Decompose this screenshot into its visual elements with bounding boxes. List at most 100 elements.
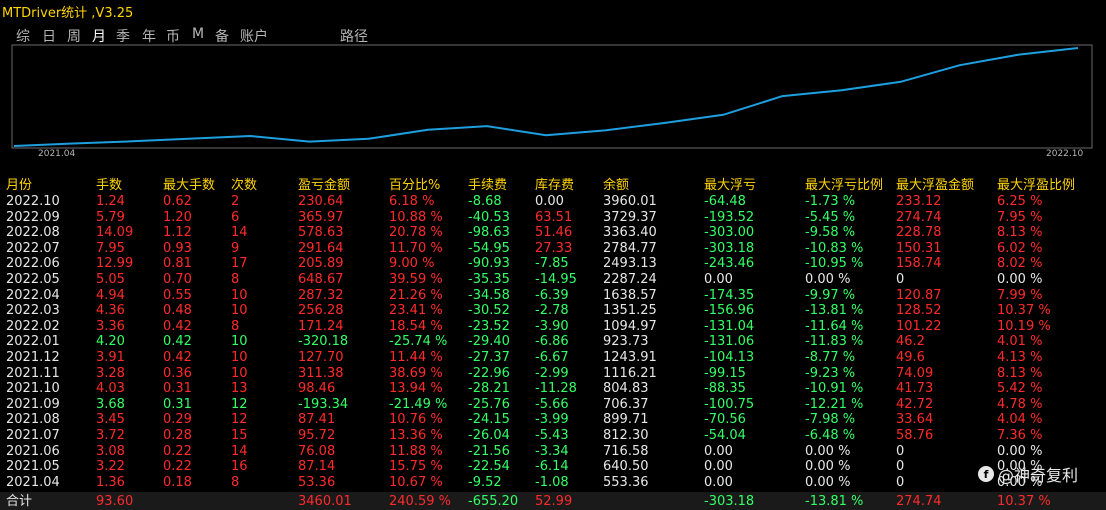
total-cell: -303.18 (704, 494, 755, 509)
table-cell: -40.53 (468, 209, 510, 225)
table-cell: -98.63 (468, 225, 510, 241)
table-cell: 365.97 (298, 209, 344, 225)
table-cell: 0.00 % (805, 459, 851, 475)
table-cell: -104.13 (704, 350, 755, 365)
table-cell: 3.68 (96, 396, 125, 412)
table-cell: 287.32 (298, 287, 344, 303)
watermark-text: @神奇复利 (998, 466, 1079, 485)
table-cell: 1116.21 (603, 365, 657, 381)
table-cell: 2021.11 (6, 365, 60, 381)
table-cell: 120.87 (896, 287, 942, 303)
table-cell: -21.56 (468, 443, 510, 459)
table-cell: 2022.02 (6, 318, 60, 334)
table-cell: -3.99 (535, 412, 569, 428)
table-cell: -8.77 % (805, 350, 856, 365)
table-cell: -29.40 (468, 334, 510, 350)
total-cell: 240.59 % (389, 494, 451, 509)
table-cell: -6.14 (535, 459, 569, 475)
table-cell: -6.86 (535, 334, 569, 350)
table-cell: -25.76 (468, 396, 510, 412)
table-cell: 7.99 % (997, 287, 1043, 303)
table-cell: 11.70 % (389, 240, 443, 256)
table-cell: 8.02 % (997, 256, 1043, 272)
table-cell: -9.23 % (805, 365, 856, 381)
table-cell: 58.76 (896, 428, 934, 443)
table-cell: 716.58 (603, 443, 649, 459)
table-cell: 20.78 % (389, 225, 443, 241)
table-cell: -8.68 (468, 194, 502, 209)
table-cell: 812.30 (603, 428, 649, 443)
column-header: 最大浮盈金额 (896, 178, 975, 193)
table-cell: 15 (231, 428, 248, 443)
table-cell: 10 (231, 303, 248, 319)
table-cell: 95.72 (298, 428, 336, 443)
table-cell: 2022.10 (6, 194, 60, 209)
table-cell: 8 (231, 318, 240, 334)
table-cell: 9.00 % (389, 256, 435, 272)
table-cell: -30.52 (468, 303, 510, 319)
table-cell: 0.31 (163, 396, 192, 412)
table-cell: 5.79 (96, 209, 125, 225)
table-cell: 4.13 % (997, 350, 1043, 365)
table-cell: 2022.04 (6, 287, 60, 303)
column-header: 最大浮盈比例 (997, 178, 1076, 193)
table-cell: 33.64 (896, 412, 934, 428)
table-cell: 2021.08 (6, 412, 60, 428)
table-cell: 10 (231, 287, 248, 303)
table-cell: 53.36 (298, 474, 336, 490)
table-cell: 13.36 % (389, 428, 443, 443)
table-cell: 38.69 % (389, 365, 443, 381)
table-cell: -3.90 (535, 318, 569, 334)
table-cell: -13.81 % (805, 303, 864, 319)
table-cell: 4.03 (96, 381, 125, 397)
table-cell: 14.09 (96, 225, 134, 241)
table-cell: -22.96 (468, 365, 510, 381)
table-cell: 12 (231, 412, 248, 428)
table-cell: 3363.40 (603, 225, 657, 241)
table-cell: -54.95 (468, 240, 510, 256)
table-cell: 10 (231, 334, 248, 350)
table-cell: -26.04 (468, 428, 510, 443)
table-cell: 6.25 % (997, 194, 1043, 209)
table-cell: 12 (231, 396, 248, 412)
table-cell: 3729.37 (603, 209, 657, 225)
table-cell: -25.74 % (389, 334, 448, 350)
table-cell: 0.00 % (997, 272, 1043, 287)
table-cell: 0.00 % (805, 443, 851, 459)
table-cell: 3.72 (96, 428, 125, 443)
table-cell: 0.93 (163, 240, 192, 256)
table-cell: -174.35 (704, 287, 755, 303)
table-cell: 17 (231, 256, 248, 272)
table-cell: 150.31 (896, 240, 942, 256)
table-cell: -64.48 (704, 194, 746, 209)
table-cell: 205.89 (298, 256, 344, 272)
table-cell: 2287.24 (603, 272, 657, 287)
table-cell: 2022.07 (6, 240, 60, 256)
table-cell: 233.12 (896, 194, 942, 209)
table-cell: 21.26 % (389, 287, 443, 303)
table-cell: -5.43 (535, 428, 569, 443)
table-cell: -34.58 (468, 287, 510, 303)
table-cell: 640.50 (603, 459, 649, 475)
table-cell: 27.33 (535, 240, 573, 256)
table-cell: 10.67 % (389, 474, 443, 490)
table-cell: 2022.06 (6, 256, 60, 272)
table-cell: 87.14 (298, 459, 336, 475)
table-cell: 63.51 (535, 209, 573, 225)
table-cell: -131.06 (704, 334, 755, 350)
table-cell: -10.83 % (805, 240, 864, 256)
table-cell: 42.72 (896, 396, 934, 412)
table-cell: 0.22 (163, 443, 192, 459)
column-header: 余额 (603, 178, 630, 193)
table-cell: 578.63 (298, 225, 344, 241)
table-cell: 0.70 (163, 272, 192, 287)
table-cell: 15.75 % (389, 459, 443, 475)
table-cell: 1.36 (96, 474, 125, 490)
table-cell: 7.36 % (997, 428, 1043, 443)
table-cell: 2021.06 (6, 443, 60, 459)
total-cell: 3460.01 (298, 494, 352, 509)
total-cell: -13.81 % (805, 494, 864, 509)
table-cell: 3960.01 (603, 194, 657, 209)
table-cell: 7.95 % (997, 209, 1043, 225)
table-cell: 228.78 (896, 225, 942, 241)
